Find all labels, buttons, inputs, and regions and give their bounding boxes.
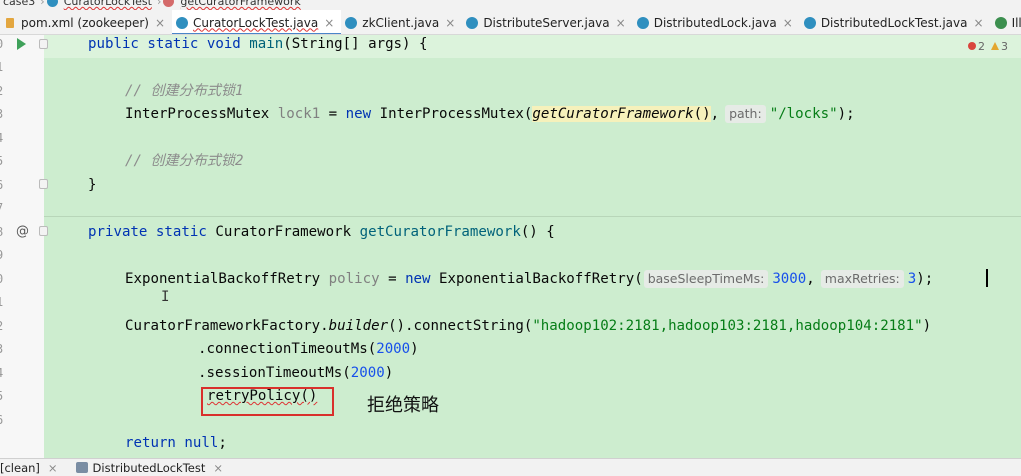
close-icon[interactable]: × xyxy=(324,16,334,30)
tab-label: IllegalArgumentException xyxy=(1011,15,1021,30)
line-number: 4 xyxy=(0,127,10,150)
class-icon xyxy=(46,0,58,7)
breadcrumb-item-package[interactable]: case3 xyxy=(0,0,38,8)
tab-label: pom.xml (zookeeper) xyxy=(21,15,149,30)
line-number: 6 xyxy=(0,409,10,432)
method-icon xyxy=(163,0,175,7)
breadcrumb-separator: › xyxy=(156,0,162,8)
run-tool-window-tabs: [clean] × DistributedLockTest × xyxy=(0,458,1021,476)
tab-label: DistributedLock.java xyxy=(653,15,777,30)
parameter-hint: maxRetries: xyxy=(820,270,904,288)
code-line: return null; xyxy=(125,435,227,451)
tab-label: zkClient.java xyxy=(362,15,440,30)
parameter-hint: baseSleepTimeMs: xyxy=(643,270,769,288)
tab-curator-lock-test[interactable]: CuratorLockTest.java × xyxy=(172,10,342,34)
tab-label: DistributedLockTest.java xyxy=(820,15,968,30)
annotation-highlight-box xyxy=(201,387,334,416)
close-icon[interactable]: × xyxy=(974,16,984,30)
code-line: CuratorFrameworkFactory.builder().connec… xyxy=(125,318,932,334)
code-line: InterProcessMutex lock1 = new InterProce… xyxy=(125,105,855,123)
line-number: 1 xyxy=(0,56,10,79)
code-line: .sessionTimeoutMs(2000) xyxy=(198,365,394,381)
code-line: retryPolicy() xyxy=(207,388,318,404)
run-tab-label: [clean] xyxy=(0,460,40,475)
run-tab-clean[interactable]: [clean] × xyxy=(0,461,66,475)
tab-distributed-lock-test[interactable]: DistributedLockTest.java × xyxy=(800,10,991,34)
annotation-label: 拒绝策略 xyxy=(367,395,439,416)
breadcrumb-item-class[interactable]: CuratorLockTest xyxy=(61,0,155,8)
text-caret xyxy=(986,269,988,287)
close-icon[interactable]: × xyxy=(213,461,223,475)
code-line: public static void main(String[] args) { xyxy=(88,36,428,52)
method-separator xyxy=(44,216,1021,217)
class-file-icon xyxy=(345,16,358,29)
close-icon[interactable]: × xyxy=(616,16,626,30)
breadcrumb-item-method[interactable]: getCuratorFramework xyxy=(177,0,303,8)
run-tab-label: DistributedLockTest xyxy=(92,460,206,475)
breadcrumb: case3 › CuratorLockTest › getCuratorFram… xyxy=(0,0,1021,10)
xml-file-icon xyxy=(4,17,16,29)
code-line: } xyxy=(88,177,97,193)
tab-distribute-server[interactable]: DistributeServer.java × xyxy=(462,10,632,34)
code-line: // 创建分布式锁2 xyxy=(125,153,244,169)
close-icon[interactable]: × xyxy=(445,16,455,30)
code-line: .connectionTimeoutMs(2000) xyxy=(198,341,419,357)
run-tab-distributed-lock-test[interactable]: DistributedLockTest × xyxy=(66,461,231,475)
tab-zkclient[interactable]: zkClient.java × xyxy=(341,10,462,34)
class-file-icon xyxy=(466,16,479,29)
editor-tab-bar: pom.xml (zookeeper) × CuratorLockTest.ja… xyxy=(0,10,1021,35)
close-icon[interactable]: × xyxy=(783,16,793,30)
class-file-icon xyxy=(176,16,189,29)
class-file-icon xyxy=(636,16,649,29)
tab-pom-xml[interactable]: pom.xml (zookeeper) × xyxy=(0,10,172,34)
line-number: 7 xyxy=(0,197,10,220)
code-editor[interactable]: 0 1 2 3 4 5 6 7 8 9 0 1 2 3 4 5 6 @ 2 3 … xyxy=(0,35,1021,458)
close-icon[interactable]: × xyxy=(155,16,165,30)
code-line: ExponentialBackoffRetry policy = new Exp… xyxy=(125,270,934,288)
tab-label: DistributeServer.java xyxy=(483,15,610,30)
tab-illegal-argument-exception[interactable]: IllegalArgumentException xyxy=(991,10,1021,34)
parameter-hint: path: xyxy=(725,105,766,123)
line-number: 9 xyxy=(0,244,10,267)
ibeam-cursor-icon: I xyxy=(161,289,170,305)
class-file-icon xyxy=(803,16,816,29)
run-config-icon xyxy=(75,462,88,473)
code-line: private static CuratorFramework getCurat… xyxy=(88,224,555,240)
breadcrumb-separator: › xyxy=(40,0,45,8)
line-number: 1 xyxy=(0,291,10,314)
code-line: // 创建分布式锁1 xyxy=(125,83,244,99)
close-icon[interactable]: × xyxy=(48,461,58,475)
tab-distributed-lock[interactable]: DistributedLock.java × xyxy=(633,10,800,34)
interface-file-icon xyxy=(994,16,1007,29)
tab-label: CuratorLockTest.java xyxy=(193,15,319,30)
